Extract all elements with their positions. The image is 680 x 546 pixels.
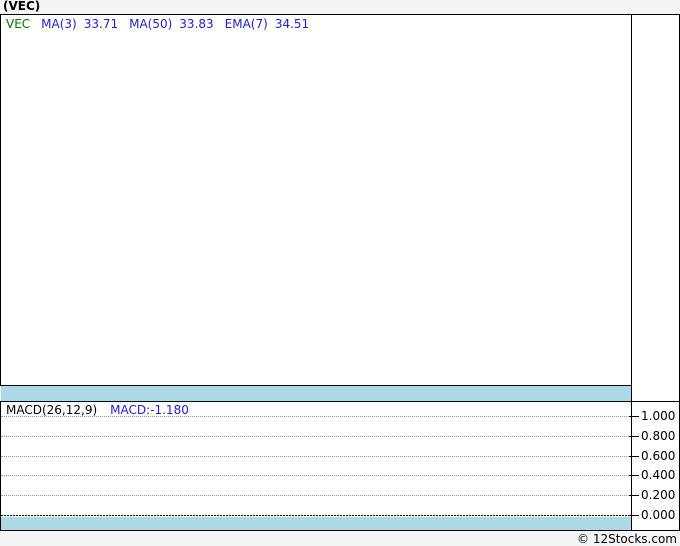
macd-chart-panel — [0, 401, 632, 531]
divider-band-top — [1, 386, 631, 401]
macd-gridline — [1, 416, 631, 417]
stock-chart-page: (VEC) VEC MA(3) 33.71 MA(50) 33.83 EMA(7) 34.5… — [0, 0, 680, 546]
macd-axis-label: 0.200 — [641, 488, 676, 502]
legend-ma3-value: 33.71 — [83, 17, 119, 31]
legend-symbol: VEC — [6, 17, 31, 31]
axis-tick — [629, 416, 639, 417]
macd-value: MACD:-1.180 — [110, 403, 189, 417]
macd-axis-label: 0.800 — [641, 429, 676, 443]
axis-tick — [629, 475, 639, 476]
macd-gridline — [1, 436, 631, 437]
ticker-title: (VEC) — [3, 0, 41, 13]
macd-gridline — [1, 495, 631, 496]
axis-tick — [629, 456, 639, 457]
legend-ema7-value: 34.51 — [274, 17, 310, 31]
price-chart-legend: VEC MA(3) 33.71 MA(50) 33.83 EMA(7) 34.51 — [6, 17, 320, 31]
axis-panel-divider — [631, 401, 680, 402]
macd-axis-label: 0.400 — [641, 468, 676, 482]
macd-params-label: MACD(26,12,9) — [6, 403, 98, 417]
legend-ma50-label: MA(50) — [129, 17, 173, 31]
macd-axis-label: 0.000 — [641, 508, 676, 522]
macd-axis-label: 1.000 — [641, 409, 676, 423]
legend-ma50-value: 33.83 — [179, 17, 214, 31]
divider-band-bottom — [1, 517, 631, 530]
macd-axis-label: 0.600 — [641, 449, 676, 463]
legend-ema7-label: EMA(7) — [224, 17, 268, 31]
macd-zero-line — [1, 515, 631, 516]
axis-tick — [629, 515, 639, 516]
price-chart-panel — [0, 14, 632, 386]
macd-legend: MACD(26,12,9) MACD:-1.180 — [6, 403, 189, 417]
watermark: © 12Stocks.com — [577, 532, 677, 546]
legend-ma3-label: MA(3) — [41, 17, 77, 31]
axis-tick — [629, 495, 639, 496]
axis-tick — [629, 436, 639, 437]
macd-gridline — [1, 475, 631, 476]
macd-gridline — [1, 456, 631, 457]
